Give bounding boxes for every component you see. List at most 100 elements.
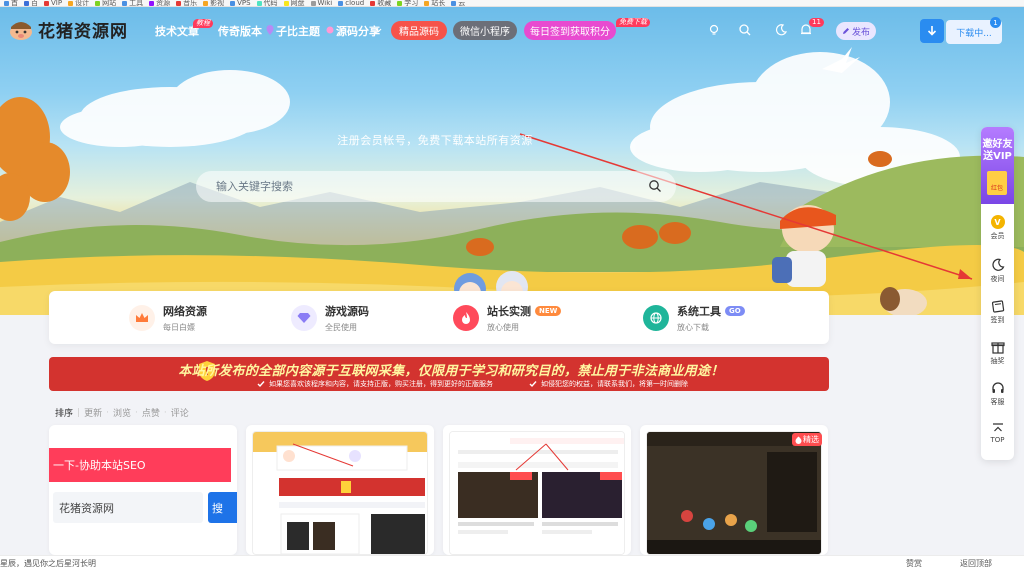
bookmark-item[interactable]: 工具	[122, 0, 143, 6]
sort-option-comments[interactable]: 评论	[171, 406, 189, 419]
bookmark-label: 站长	[431, 0, 446, 7]
moon-icon[interactable]	[774, 23, 788, 37]
post-thumbnail	[449, 431, 625, 555]
post-card-1[interactable]: 一下-协助本站SEO 花猪资源网 搜	[49, 425, 237, 555]
bookmark-label: 影视	[210, 0, 225, 7]
bookmark-item[interactable]: 设计	[68, 0, 89, 6]
back-to-top-link[interactable]: 返回顶部	[960, 558, 992, 569]
check-icon	[257, 381, 265, 388]
nav-item-zibi-theme[interactable]: 子比主题	[276, 23, 320, 39]
post-card-2[interactable]	[246, 425, 434, 555]
bookmark-item[interactable]: 资源	[149, 0, 170, 6]
bookmark-label: 代码	[263, 0, 278, 7]
post-card-4[interactable]: 精选	[640, 425, 828, 555]
search-icon[interactable]	[738, 23, 752, 37]
nav-item-source-sharing[interactable]: 源码分享	[336, 23, 380, 39]
bookmark-item[interactable]: 百	[24, 0, 38, 6]
thumbnail-screenshot-image	[450, 432, 624, 554]
headset-icon	[991, 382, 1004, 393]
sort-option-updated[interactable]: 更新	[84, 406, 102, 419]
category-icon-bg	[453, 305, 479, 331]
bookmark-item[interactable]: 学习	[397, 0, 418, 6]
category-subtitle: 放心使用	[487, 323, 519, 332]
category-system-tools[interactable]: 系统工具 GO 放心下载	[643, 302, 745, 334]
toolbar-label: 夜间	[990, 275, 1005, 283]
location-pin-icon	[266, 25, 274, 35]
toolbar-label: 签到	[990, 316, 1005, 324]
sort-option-views[interactable]: 浏览	[113, 406, 131, 419]
disclaimer-sub-left: 如果您喜欢该程序和内容，请支持正版，购买注册，得到更好的正版服务	[257, 379, 493, 389]
bookmark-favicon-icon	[44, 1, 49, 6]
bookmark-item[interactable]: 网盘	[283, 0, 305, 7]
bookmark-label: 设计	[75, 0, 90, 7]
flower-icon	[326, 26, 334, 34]
bookmark-favicon-icon	[397, 1, 403, 6]
bookmarks-bar: 首 百 VIP 设计 网站 工具 资源 音乐 影视 VPS 代码 网盘 Wiki cloud 收藏 学习 站长 云	[0, 0, 1024, 7]
toolbar-item-customer-service[interactable]: 客服	[981, 375, 1014, 415]
toolbar-item-checkin[interactable]: 签到	[981, 293, 1014, 333]
bookmark-favicon-icon	[370, 1, 376, 6]
calendar-icon	[991, 300, 1004, 313]
pill-wechat-miniprogram[interactable]: 微信小程序	[453, 21, 517, 40]
category-network-resources[interactable]: 网络资源 每日白嫖	[129, 302, 207, 334]
bookmark-label: 网站	[102, 0, 117, 7]
bookmark-item[interactable]: Wiki	[310, 0, 332, 6]
bookmark-label: cloud	[345, 0, 365, 7]
bookmark-item[interactable]: 首	[4, 0, 18, 6]
bookmark-item[interactable]: 网站	[95, 0, 116, 6]
site-logo[interactable]: 花猪资源网	[8, 17, 128, 42]
bookmark-item[interactable]: cloud	[338, 0, 364, 6]
toolbar-item-vip[interactable]: V 会员	[981, 209, 1014, 249]
bookmark-item[interactable]: VIP	[44, 0, 62, 6]
bookmark-item[interactable]: 收藏	[370, 0, 391, 6]
search-input[interactable]	[216, 171, 616, 202]
bookmark-favicon-icon	[424, 1, 430, 6]
toolbar-item-back-to-top[interactable]: TOP	[981, 416, 1014, 456]
category-game-source[interactable]: 游戏源码 全民使用	[291, 302, 369, 334]
post-thumbnail	[252, 431, 428, 555]
sort-option-likes[interactable]: 点赞	[142, 406, 160, 419]
thumbnail-screenshot-image	[253, 432, 427, 554]
bookmark-item[interactable]: 音乐	[176, 0, 197, 6]
bookmark-item[interactable]: VPS	[230, 0, 251, 6]
category-subtitle: 放心下载	[677, 323, 709, 332]
post-thumbnail	[646, 431, 822, 555]
bookmark-label: 工具	[129, 0, 144, 7]
bookmark-item[interactable]: 代码	[256, 0, 278, 7]
category-title: 游戏源码	[325, 305, 369, 318]
red-envelope-icon: 红包	[987, 171, 1007, 195]
site-title: 花猪资源网	[38, 22, 128, 42]
nav-item-legend-versions[interactable]: 传奇版本	[218, 23, 262, 39]
search-submit-icon[interactable]	[648, 179, 662, 193]
bookmark-item[interactable]: 影视	[203, 0, 224, 6]
category-icon-bg	[643, 305, 669, 331]
category-title: 系统工具	[677, 305, 721, 318]
bulb-icon[interactable]	[707, 23, 721, 37]
post-card-3[interactable]	[443, 425, 631, 555]
category-title: 网络资源	[163, 305, 207, 318]
go-badge: GO	[725, 306, 745, 316]
category-owner-tested[interactable]: 站长实测 NEW 放心使用	[453, 302, 562, 334]
new-badge: NEW	[535, 306, 562, 316]
toolbar-item-lottery[interactable]: 抽奖	[981, 334, 1014, 374]
toolbar-item-night-mode[interactable]: 夜间	[981, 252, 1014, 292]
publish-button[interactable]: 发布	[836, 22, 876, 40]
pill-daily-checkin[interactable]: 每日签到获取积分	[524, 21, 616, 40]
bookmark-favicon-icon	[338, 1, 344, 6]
bookmark-item[interactable]: 云	[451, 0, 465, 6]
toolbar-label: 抽奖	[990, 357, 1005, 365]
gift-icon	[990, 342, 1005, 354]
bookmark-favicon-icon	[283, 1, 289, 6]
notification-count-badge: 11	[809, 18, 824, 27]
bookmark-item[interactable]: 站长	[424, 0, 445, 6]
bookmark-label: 网盘	[290, 0, 305, 7]
globe-icon	[650, 312, 662, 324]
download-manager-button[interactable]	[920, 19, 944, 43]
bookmark-favicon-icon	[451, 1, 457, 6]
praise-link[interactable]: 赞赏	[906, 558, 922, 569]
invite-vip-promo[interactable]: 邀好友送VIP 红包	[981, 127, 1014, 204]
flame-icon	[462, 312, 470, 324]
pill-premium-source[interactable]: 精品源码	[391, 21, 447, 40]
bookmark-favicon-icon	[310, 1, 316, 6]
hero-illustration	[0, 47, 1024, 315]
